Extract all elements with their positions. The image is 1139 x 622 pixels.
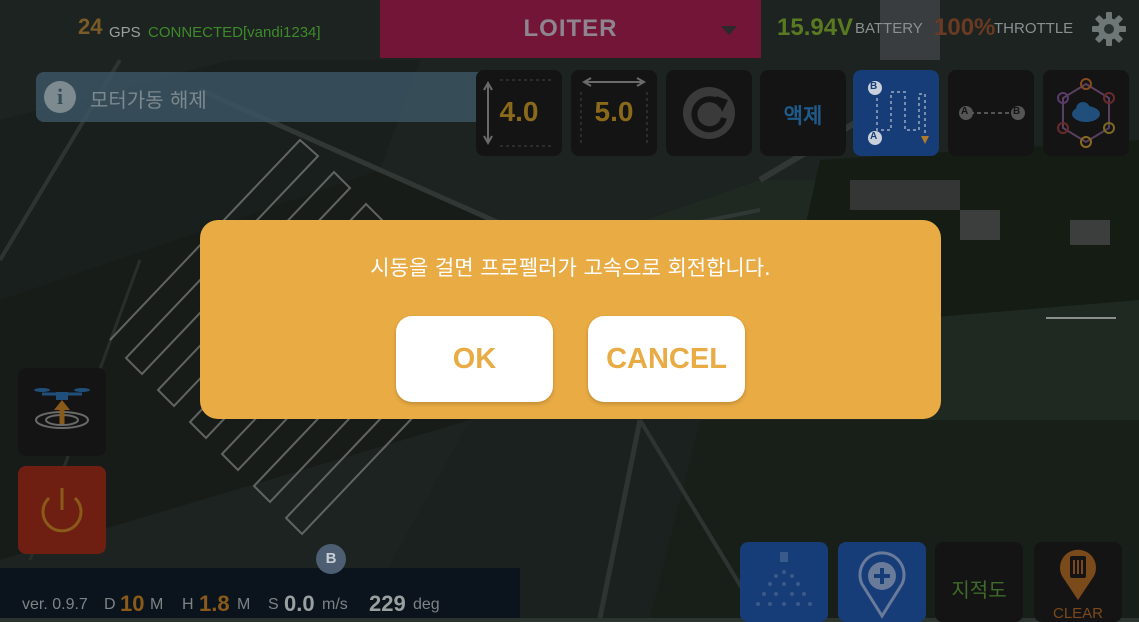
line-point-a-label: A: [961, 106, 969, 117]
app-version: ver. 0.9.7: [22, 596, 88, 613]
height-value: 1.8: [199, 591, 230, 616]
rotate-button[interactable]: [666, 70, 752, 156]
add-waypoint-button[interactable]: [838, 542, 926, 622]
cancel-button[interactable]: CANCEL: [588, 316, 745, 402]
battery-voltage: 15.94V: [777, 14, 854, 41]
distance-value: 10: [120, 591, 145, 616]
add-waypoint-icon: [858, 551, 906, 619]
flight-mode-dropdown[interactable]: LOITER: [380, 0, 761, 58]
flight-mode-value: LOITER: [523, 15, 618, 42]
speed-label: S: [268, 596, 279, 613]
spray-icon: [756, 552, 812, 606]
speed-unit: m/s: [322, 596, 348, 613]
ab-route-button[interactable]: B A: [853, 70, 939, 156]
takeoff-button[interactable]: [18, 368, 106, 456]
gps-satellite-count: 24: [78, 14, 103, 39]
connection-status: CONNECTED[vandi1234]: [148, 24, 321, 41]
battery-label: BATTERY: [855, 20, 923, 37]
rotate-icon: [683, 87, 735, 139]
spray-button[interactable]: [740, 542, 828, 622]
spray-width-button[interactable]: 5.0: [571, 70, 657, 156]
point-a-label: A: [870, 131, 878, 142]
ab-route-icon: [868, 81, 929, 145]
cadastral-map-button[interactable]: 지적도: [935, 542, 1023, 622]
drone-takeoff-icon: [34, 388, 90, 429]
power-icon: [41, 488, 83, 533]
power-button[interactable]: [18, 466, 106, 554]
chevron-down-icon: [721, 26, 737, 35]
info-icon: i: [44, 81, 76, 113]
point-b-label: B: [870, 81, 878, 92]
throttle-label: THROTTLE: [994, 20, 1074, 37]
gear-icon[interactable]: [1090, 10, 1128, 48]
width-value: 5.0: [594, 96, 634, 127]
ok-button[interactable]: OK: [396, 316, 553, 402]
map-scale-line: [1046, 317, 1116, 319]
gps-label: GPS: [109, 24, 141, 41]
clear-label: CLEAR: [1052, 605, 1104, 622]
spray-height-button[interactable]: 4.0: [476, 70, 562, 156]
a-to-b-line-button[interactable]: A B: [948, 70, 1034, 156]
line-point-b-label: B: [1013, 106, 1021, 117]
map-marker-b[interactable]: B: [316, 544, 346, 574]
height-label: H: [182, 596, 194, 613]
info-message-text: 모터가동 해제: [90, 88, 207, 112]
heading-value: 229: [369, 591, 406, 616]
clear-button[interactable]: CLEAR: [1034, 542, 1122, 622]
heading-unit: deg: [413, 596, 440, 613]
network-button[interactable]: [1043, 70, 1129, 156]
speed-value: 0.0: [284, 591, 315, 616]
height-unit: M: [237, 596, 251, 613]
dialog-message: 시동을 걸면 프로펠러가 고속으로 회전합니다.: [370, 256, 771, 280]
liquid-label: 액제: [783, 104, 823, 128]
top-status-bar: 24 GPS CONNECTED[vandi1234] LOITER 15.94…: [0, 0, 1139, 58]
height-value: 4.0: [499, 96, 539, 127]
confirm-dialog: 시동을 걸면 프로펠러가 고속으로 회전합니다. OK CANCEL: [200, 220, 941, 419]
distance-unit: M: [150, 596, 164, 613]
distance-label: D: [104, 596, 116, 613]
cadastral-map-label: 지적도: [951, 578, 1007, 602]
info-message-bar: i 모터가동 해제: [36, 72, 506, 122]
throttle-value: 100%: [934, 14, 996, 41]
network-icon: [1057, 78, 1115, 148]
liquid-mode-button[interactable]: 액제: [760, 70, 846, 156]
